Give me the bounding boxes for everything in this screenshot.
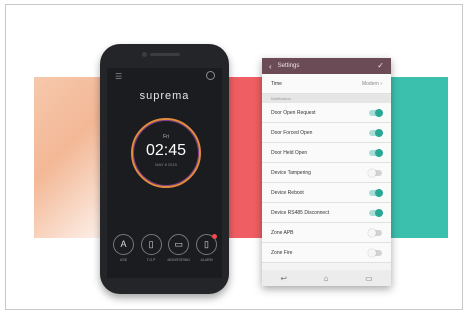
toggle-switch[interactable] xyxy=(369,208,383,217)
gear-icon[interactable] xyxy=(206,71,215,80)
notification-label: Device Tampering xyxy=(271,169,311,176)
notification-label: Zone APB xyxy=(271,229,294,236)
action-button-user[interactable]: A USE xyxy=(111,234,136,262)
notification-row: Device Tampering xyxy=(262,163,391,183)
action-label: MONITORING xyxy=(167,258,191,262)
back-arrow-icon[interactable]: ‹ xyxy=(269,62,272,71)
notification-label: Door Forced Open xyxy=(271,129,313,136)
notification-label: Door Open Request xyxy=(271,109,316,116)
action-button-alarm[interactable]: ▯ ALARM xyxy=(194,234,219,262)
speaker-grille xyxy=(150,53,180,56)
notification-row: Door Forced Open xyxy=(262,123,391,143)
settings-panel: ‹ Settings ✓ Time Modern › Notification … xyxy=(262,58,391,286)
notification-label: Device RS485 Disconnect xyxy=(271,209,330,216)
action-button-monitoring[interactable]: ▭ MONITORING xyxy=(166,234,191,262)
notification-label: Device Reboot xyxy=(271,189,304,196)
notification-row: Zone Fire xyxy=(262,243,391,263)
menu-icon[interactable]: ☰ xyxy=(115,72,122,81)
toggle-knob xyxy=(368,228,376,237)
notification-label: Door Held Open xyxy=(271,149,308,156)
toggle-knob xyxy=(375,148,383,157)
notification-dot xyxy=(211,234,217,239)
clock-widget: Fri 02:45 MAY 8 2015 xyxy=(131,118,201,188)
home-nav-icon[interactable]: ⌂ xyxy=(324,274,329,283)
clock-date: MAY 8 2015 xyxy=(155,162,177,167)
toggle-switch[interactable] xyxy=(369,108,383,117)
toggle-knob xyxy=(375,188,383,197)
toggle-switch[interactable] xyxy=(368,168,382,177)
back-nav-icon[interactable]: ↩ xyxy=(280,274,287,283)
user-icon: A xyxy=(113,234,134,255)
toggle-knob xyxy=(375,108,383,117)
toggle-knob xyxy=(375,208,383,217)
phone-device: ☰ suprema Fri 02:45 MAY 8 2015 A USE ▯ T… xyxy=(100,44,229,294)
notification-row: Device Reboot xyxy=(262,183,391,203)
toggle-switch[interactable] xyxy=(369,128,383,137)
recent-apps-icon[interactable]: ▭ xyxy=(365,274,373,283)
settings-header: ‹ Settings ✓ xyxy=(262,58,391,74)
time-row[interactable]: Time Modern › xyxy=(262,74,391,94)
notification-row: Zone APB xyxy=(262,223,391,243)
door-icon: ▯ xyxy=(140,234,162,255)
action-buttons: A USE ▯ T.O.P ▭ MONITORING ▯ ALARM xyxy=(111,234,219,262)
action-label: ALARM xyxy=(200,258,213,262)
action-label: T.O.P xyxy=(146,258,156,262)
toggle-switch[interactable] xyxy=(369,188,383,197)
time-label: Time xyxy=(271,80,282,87)
clock-time: 02:45 xyxy=(145,142,187,159)
phone-screen: ☰ suprema Fri 02:45 MAY 8 2015 A USE ▯ T… xyxy=(107,68,222,278)
toggle-switch[interactable] xyxy=(368,228,382,237)
action-button-door[interactable]: ▯ T.O.P xyxy=(139,234,164,262)
check-icon[interactable]: ✓ xyxy=(377,61,384,70)
brand-logo: suprema xyxy=(139,90,190,102)
notification-row: Device RS485 Disconnect xyxy=(262,203,391,223)
monitor-icon: ▭ xyxy=(168,234,190,255)
toggle-knob xyxy=(368,248,376,257)
toggle-knob xyxy=(375,128,383,137)
notification-row: Door Held Open xyxy=(262,143,391,163)
toggle-switch[interactable] xyxy=(368,248,382,257)
notification-list: Door Open Request Door Forced Open Door He… xyxy=(262,103,391,263)
section-header: Notification xyxy=(262,94,391,103)
notification-row: Door Open Request xyxy=(262,103,391,123)
chevron-right-icon: › xyxy=(380,80,382,87)
image-frame xyxy=(5,4,463,310)
settings-title: Settings xyxy=(277,63,300,69)
toggle-knob xyxy=(368,168,376,177)
clock-day: Fri xyxy=(163,134,169,140)
alarm-icon: ▯ xyxy=(195,234,217,255)
time-value: Modern xyxy=(361,80,379,87)
toggle-switch[interactable] xyxy=(369,148,383,157)
android-navbar: ↩ ⌂ ▭ xyxy=(262,270,391,286)
notification-label: Zone Fire xyxy=(271,249,293,256)
camera-icon xyxy=(142,52,147,57)
action-label: USE xyxy=(119,258,128,262)
